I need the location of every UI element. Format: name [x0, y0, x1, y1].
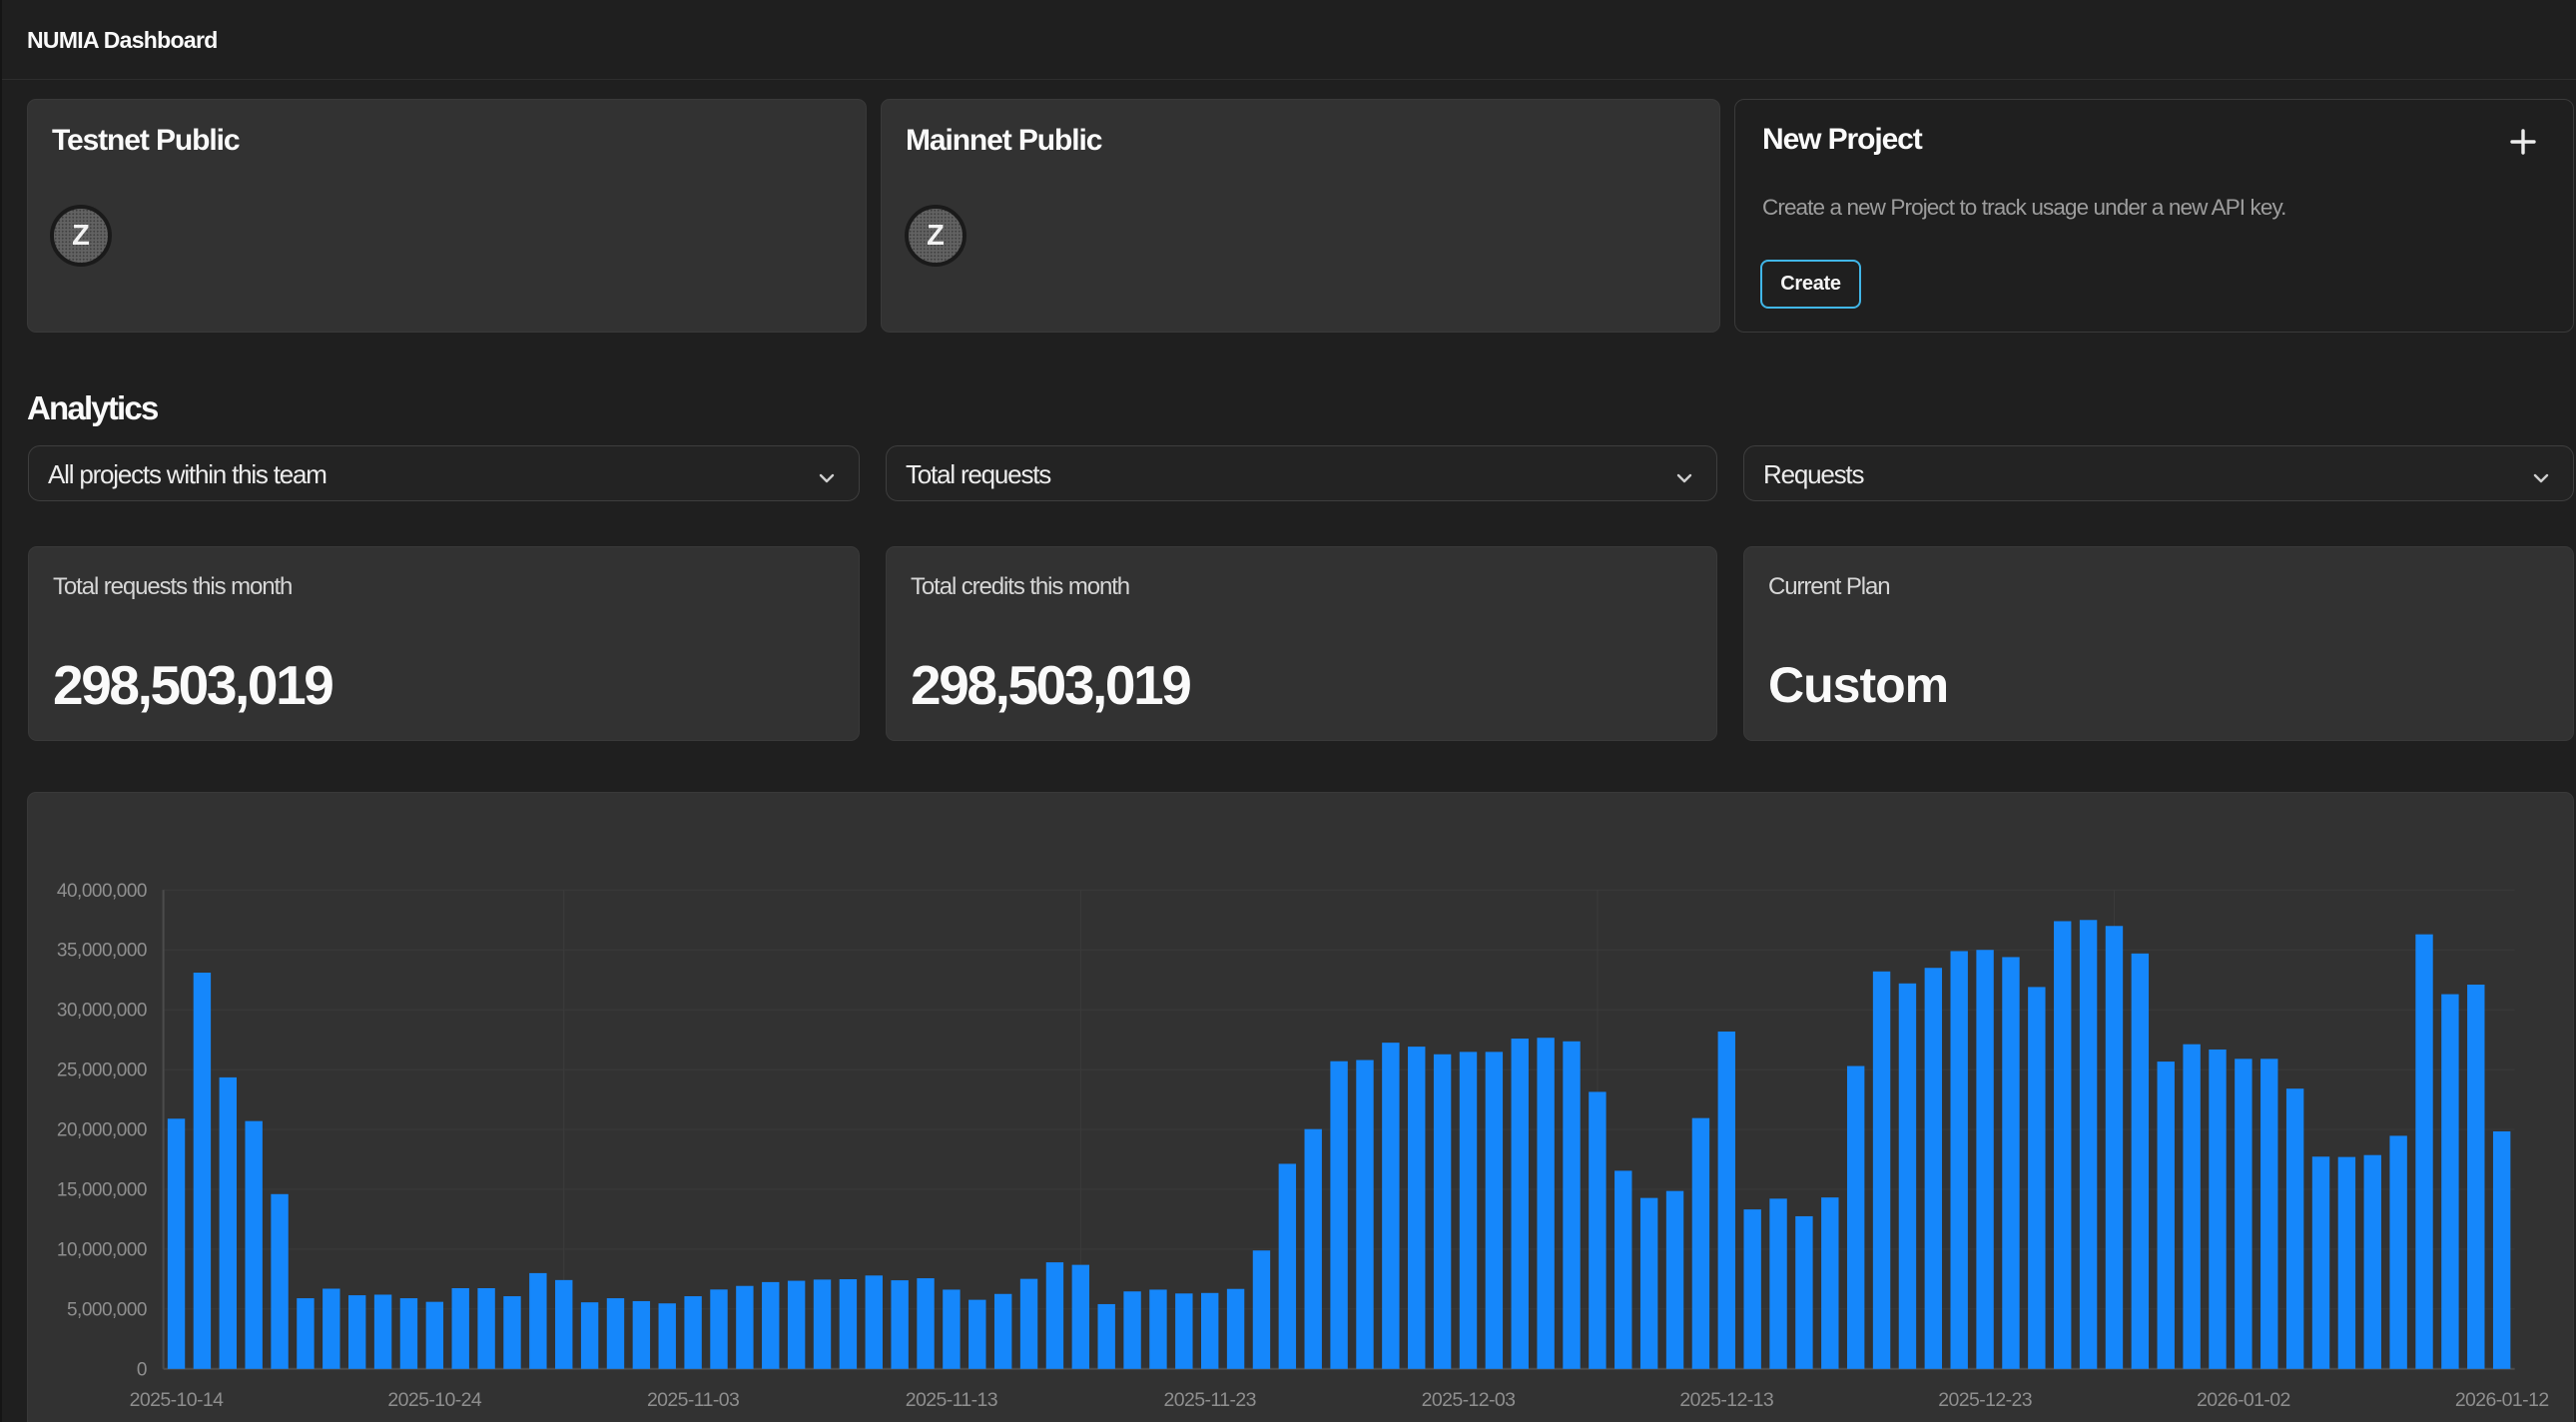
svg-text:2025-11-13: 2025-11-13 [906, 1389, 997, 1411]
svg-text:2025-12-23: 2025-12-23 [1938, 1389, 2032, 1411]
svg-text:15,000,000: 15,000,000 [57, 1180, 147, 1201]
svg-text:30,000,000: 30,000,000 [57, 1001, 147, 1022]
svg-text:2025-11-03: 2025-11-03 [647, 1389, 739, 1411]
svg-text:2025-11-23: 2025-11-23 [1164, 1389, 1256, 1411]
svg-text:35,000,000: 35,000,000 [57, 941, 147, 962]
svg-text:20,000,000: 20,000,000 [57, 1120, 147, 1141]
svg-text:0: 0 [137, 1359, 147, 1380]
svg-text:2026-01-12: 2026-01-12 [2455, 1389, 2549, 1411]
svg-text:25,000,000: 25,000,000 [57, 1061, 147, 1081]
svg-text:2026-01-02: 2026-01-02 [2197, 1389, 2290, 1411]
svg-text:5,000,000: 5,000,000 [67, 1299, 147, 1320]
svg-text:2025-10-24: 2025-10-24 [387, 1389, 482, 1411]
svg-text:40,000,000: 40,000,000 [57, 881, 147, 902]
svg-text:2025-10-14: 2025-10-14 [130, 1389, 225, 1411]
svg-text:2025-12-03: 2025-12-03 [1422, 1389, 1516, 1411]
svg-text:2025-12-13: 2025-12-13 [1679, 1389, 1773, 1411]
svg-text:10,000,000: 10,000,000 [57, 1239, 147, 1260]
